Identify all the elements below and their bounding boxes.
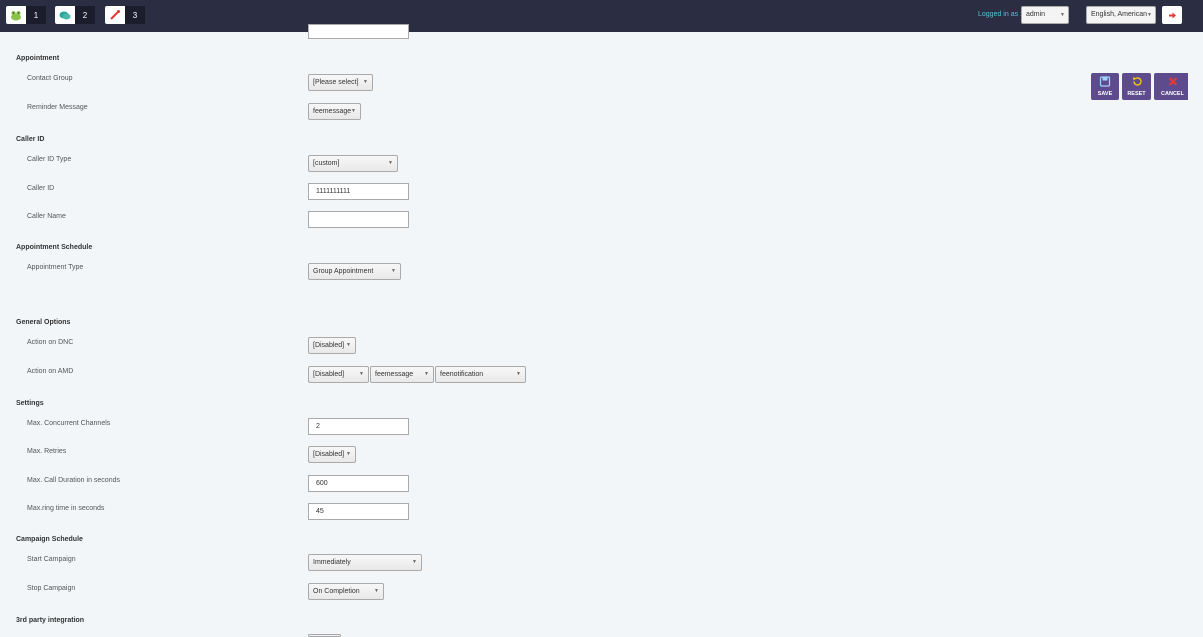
section-campaign-schedule: Campaign Schedule bbox=[16, 536, 83, 543]
caller-id-type-label: Caller ID Type bbox=[27, 156, 72, 163]
section-third-party: 3rd party integration bbox=[16, 617, 85, 624]
app-switch-3[interactable]: 3 bbox=[105, 6, 145, 24]
max-channels-input[interactable]: 2 bbox=[308, 418, 409, 435]
start-campaign-select[interactable]: Immediately ▼ bbox=[308, 554, 422, 571]
max-duration-input[interactable]: 600 bbox=[308, 475, 409, 492]
max-retries-value: [Disabled] bbox=[313, 451, 345, 458]
form-content bbox=[0, 32, 1188, 637]
action-amd-select[interactable]: [Disabled] ▼ bbox=[308, 366, 369, 383]
start-campaign-label: Start Campaign bbox=[27, 556, 76, 563]
chevron-down-icon: ▼ bbox=[516, 371, 521, 377]
appointment-type-value: Group Appointment bbox=[313, 268, 374, 275]
action-amd-label: Action on AMD bbox=[27, 368, 74, 375]
stop-campaign-value: On Completion bbox=[313, 588, 360, 595]
chevron-down-icon: ▼ bbox=[424, 371, 429, 377]
chat-icon bbox=[55, 6, 75, 24]
app-number: 2 bbox=[75, 6, 95, 24]
chevron-down-icon: ▼ bbox=[374, 588, 379, 594]
language-select[interactable]: English, American ▼ bbox=[1086, 6, 1156, 24]
action-dnc-value: [Disabled] bbox=[313, 342, 345, 349]
chevron-down-icon: ▼ bbox=[1060, 12, 1065, 18]
section-appointment: Appointment bbox=[16, 55, 60, 62]
action-amd-notification-select[interactable]: feenotification ▼ bbox=[435, 366, 526, 383]
reset-button[interactable]: RESET bbox=[1122, 73, 1151, 100]
action-amd-notification-value: feenotification bbox=[440, 371, 484, 378]
caller-id-label: Caller ID bbox=[27, 185, 55, 192]
reminder-message-label: Reminder Message bbox=[27, 104, 88, 111]
cancel-button[interactable]: CANCEL bbox=[1154, 73, 1191, 100]
logout-button[interactable] bbox=[1162, 6, 1182, 24]
frog-icon bbox=[6, 6, 26, 24]
logged-in-label: Logged in as : bbox=[978, 11, 1022, 18]
caller-name-input[interactable] bbox=[308, 211, 409, 228]
app-number: 1 bbox=[26, 6, 46, 24]
contact-group-select[interactable]: [Please select] ▼ bbox=[308, 74, 373, 91]
action-dnc-select[interactable]: [Disabled] ▼ bbox=[308, 337, 356, 354]
close-icon bbox=[1168, 77, 1177, 86]
contact-group-value: [Please select] bbox=[313, 79, 359, 86]
action-amd-message-select[interactable]: feemessage ▼ bbox=[370, 366, 434, 383]
start-campaign-value: Immediately bbox=[313, 559, 351, 566]
reminder-message-value: feemessage bbox=[313, 108, 352, 115]
section-settings: Settings bbox=[16, 400, 44, 407]
max-ring-label: Max.ring time in seconds bbox=[27, 505, 105, 512]
user-value: admin bbox=[1026, 11, 1046, 18]
language-value: English, American bbox=[1091, 11, 1148, 18]
partial-input[interactable] bbox=[308, 24, 409, 39]
save-label: SAVE bbox=[1097, 91, 1113, 97]
app-switch-1[interactable]: 1 bbox=[6, 6, 46, 24]
appointment-type-label: Appointment Type bbox=[27, 264, 84, 271]
caller-name-label: Caller Name bbox=[27, 213, 66, 220]
chevron-down-icon: ▼ bbox=[359, 371, 364, 377]
top-bar: 1 2 3 Logged in as : admin ▼ English, Ame… bbox=[0, 0, 1203, 32]
max-duration-label: Max. Call Duration in seconds bbox=[27, 477, 120, 484]
cancel-label: CANCEL bbox=[1161, 91, 1184, 97]
save-icon bbox=[1099, 76, 1111, 87]
user-select[interactable]: admin ▼ bbox=[1021, 6, 1069, 24]
chevron-down-icon: ▼ bbox=[1147, 12, 1152, 18]
app-switch-2[interactable]: 2 bbox=[55, 6, 95, 24]
chevron-down-icon: ▼ bbox=[412, 559, 417, 565]
reset-icon bbox=[1132, 77, 1142, 86]
chevron-down-icon: ▼ bbox=[391, 268, 396, 274]
wand-icon bbox=[105, 6, 125, 24]
stop-campaign-select[interactable]: On Completion ▼ bbox=[308, 583, 384, 600]
caller-id-type-value: [custom] bbox=[313, 160, 340, 167]
chevron-down-icon: ▼ bbox=[346, 342, 351, 348]
action-amd-message-value: feemessage bbox=[375, 371, 414, 378]
scrollbar[interactable] bbox=[1188, 32, 1203, 637]
chevron-down-icon: ▼ bbox=[363, 79, 368, 85]
chevron-down-icon: ▼ bbox=[351, 108, 356, 114]
caller-id-input[interactable]: 1111111111 bbox=[308, 183, 409, 200]
max-retries-label: Max. Retries bbox=[27, 448, 67, 455]
reminder-message-select[interactable]: feemessage ▼ bbox=[308, 103, 361, 120]
section-appointment-schedule: Appointment Schedule bbox=[16, 244, 93, 251]
logout-icon bbox=[1168, 12, 1176, 18]
caller-id-type-select[interactable]: [custom] ▼ bbox=[308, 155, 398, 172]
section-general-options: General Options bbox=[16, 319, 71, 326]
max-retries-select[interactable]: [Disabled] ▼ bbox=[308, 446, 356, 463]
stop-campaign-label: Stop Campaign bbox=[27, 585, 76, 592]
action-amd-value: [Disabled] bbox=[313, 371, 345, 378]
app-number: 3 bbox=[125, 6, 145, 24]
max-channels-label: Max. Concurrent Channels bbox=[27, 420, 111, 427]
contact-group-label: Contact Group bbox=[27, 75, 73, 82]
action-dnc-label: Action on DNC bbox=[27, 339, 74, 346]
max-ring-input[interactable]: 45 bbox=[308, 503, 409, 520]
save-button[interactable]: SAVE bbox=[1091, 73, 1119, 100]
section-caller-id: Caller ID bbox=[16, 136, 45, 143]
reset-label: RESET bbox=[1127, 91, 1146, 97]
chevron-down-icon: ▼ bbox=[346, 451, 351, 457]
appointment-type-select[interactable]: Group Appointment ▼ bbox=[308, 263, 401, 280]
chevron-down-icon: ▼ bbox=[388, 160, 393, 166]
